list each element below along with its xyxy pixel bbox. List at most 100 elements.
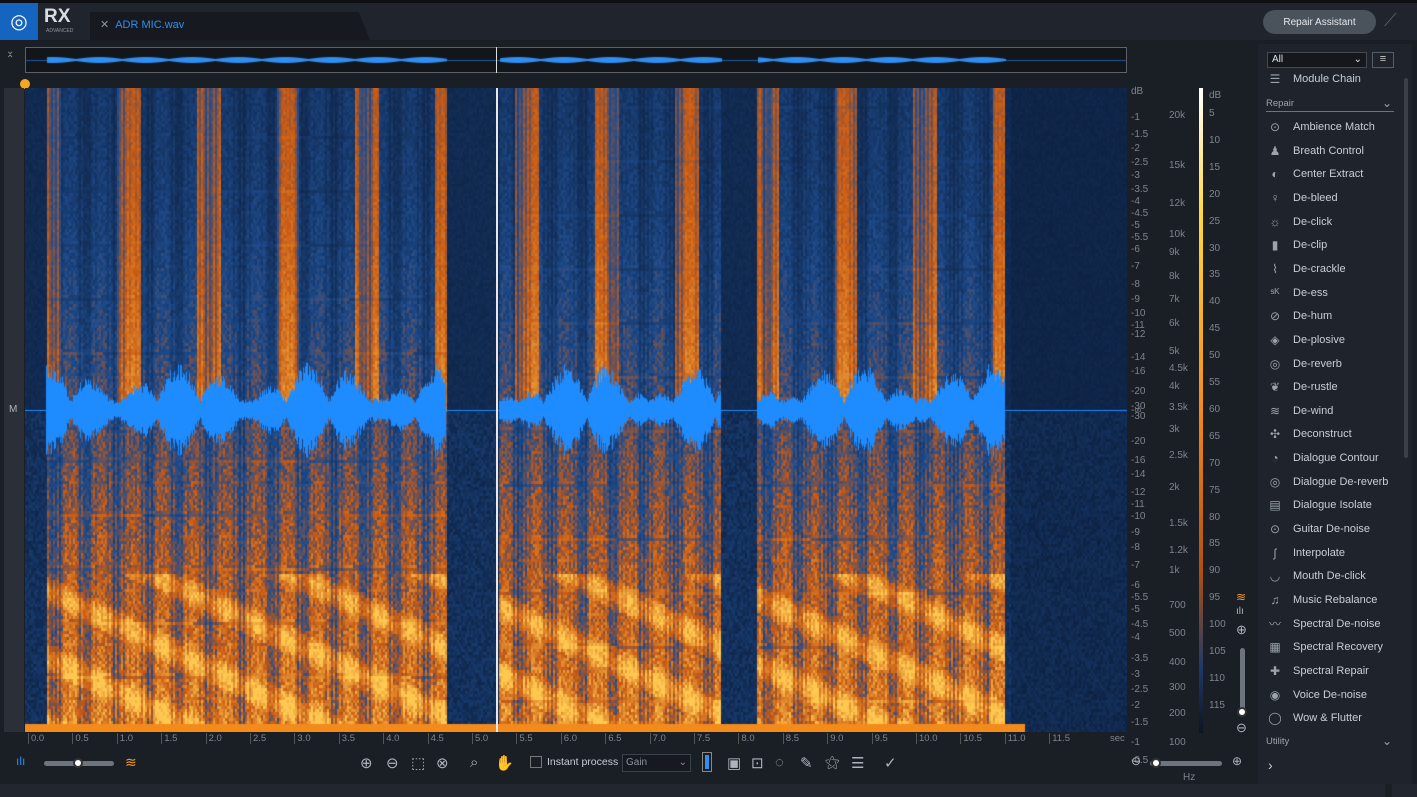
module-item[interactable]: ◔ Dialogue Contour <box>1266 447 1401 469</box>
module-item[interactable]: ✣ Deconstruct <box>1266 423 1401 445</box>
app-logo: RX <box>44 6 71 27</box>
time-tick: 10.5 <box>960 733 982 744</box>
spectrogram-icon: ≋ <box>125 754 137 770</box>
frequency-tick: 4k <box>1169 381 1180 392</box>
frequency-tick: 700 <box>1169 600 1186 611</box>
zoom-out-horizontal-icon[interactable]: ⊖ <box>1131 754 1141 768</box>
waveform-toggle-icon[interactable]: ılı <box>1236 606 1244 617</box>
time-frequency-selection-tool-icon[interactable]: ⊡ <box>751 754 764 772</box>
module-item[interactable]: ◎ Dialogue De-reverb <box>1266 471 1401 493</box>
module-item[interactable]: ⊘ De-hum <box>1266 305 1401 327</box>
module-item[interactable]: ♟ Breath Control <box>1266 140 1401 162</box>
zoom-out-icon[interactable]: ⊖ <box>386 754 399 772</box>
amplitude-tick: -16 <box>1131 366 1146 377</box>
instant-process-checkbox[interactable] <box>530 756 542 768</box>
utility-category-header[interactable]: Utility ⌄ <box>1266 734 1394 749</box>
module-item[interactable]: ⊙ Ambience Match <box>1266 116 1401 138</box>
amplitude-tick: -1 <box>1131 737 1140 748</box>
collapse-overview-icon[interactable]: ⌄ ⌃ <box>6 47 14 65</box>
module-item[interactable]: ⌇ De-crackle <box>1266 258 1401 280</box>
colorbar-tick: 30 <box>1209 242 1221 254</box>
zoom-in-icon[interactable]: ⊕ <box>360 754 373 772</box>
amplitude-tick: -20 <box>1131 386 1146 397</box>
module-item[interactable]: ▦ Spectral Recovery <box>1266 636 1401 658</box>
vertical-zoom-slider[interactable] <box>1240 648 1245 713</box>
waveform-overview[interactable] <box>25 47 1127 73</box>
module-item[interactable]: ✚ Spectral Repair <box>1266 660 1401 682</box>
waveform-icon: ılı <box>16 754 26 768</box>
ambience-icon: ⊙ <box>1269 120 1281 134</box>
module-filter-select[interactable]: All ⌄ <box>1267 52 1367 68</box>
zoom-out-vertical-icon[interactable]: ⊖ <box>1236 720 1247 736</box>
zoom-fit-icon[interactable]: ⊗ <box>436 754 449 772</box>
amplitude-tick: -5 <box>1131 604 1140 615</box>
time-tick: 2.0 <box>205 733 222 744</box>
module-item[interactable]: ◯ Wow & Flutter <box>1266 707 1401 729</box>
hand-tool-icon[interactable]: ✋ <box>495 754 514 772</box>
colorbar-tick: 55 <box>1209 377 1221 388</box>
panel-menu-icon[interactable]: ≡ <box>1372 52 1394 68</box>
magic-wand-tool-icon[interactable]: ⚝ <box>825 754 840 771</box>
module-item[interactable]: ʃ Interpolate <box>1266 542 1401 564</box>
amplitude-tick: -14 <box>1131 352 1146 363</box>
find-similar-icon[interactable]: ✓ <box>884 754 897 772</box>
zoom-tool-icon[interactable]: ⌕ <box>470 754 478 771</box>
file-tab[interactable]: ✕ ADR MIC.wav <box>90 12 370 40</box>
module-chain-button[interactable]: ☰ Module Chain <box>1266 68 1401 90</box>
spectrogram-display[interactable] <box>25 88 1127 732</box>
colorbar-tick: 10 <box>1209 134 1221 146</box>
module-item[interactable]: ◈ De-plosive <box>1266 329 1401 351</box>
repair-assistant-button[interactable]: Repair Assistant <box>1263 10 1376 34</box>
vertical-zoom-knob[interactable] <box>1237 707 1247 717</box>
module-item[interactable]: ◐ Center Extract <box>1266 163 1401 185</box>
module-item[interactable]: 〰 Spectral De-noise <box>1266 613 1401 635</box>
module-item[interactable]: ❦ De-rustle <box>1266 376 1401 398</box>
time-selection-tool-icon[interactable] <box>702 752 712 772</box>
zoom-in-vertical-icon[interactable]: ⊕ <box>1236 622 1247 638</box>
brush-tool-icon[interactable]: ✎ <box>800 754 813 772</box>
module-item[interactable]: ˢᴷ De-ess <box>1266 282 1401 304</box>
amplitude-tick: dB <box>1131 86 1144 97</box>
amplitude-tick: -1 <box>1131 112 1140 123</box>
amplitude-tick: -3 <box>1131 669 1140 680</box>
time-tick: 0.5 <box>72 733 89 744</box>
instant-process-toggle[interactable]: Instant process <box>530 756 618 768</box>
time-tick: 6.5 <box>605 733 621 744</box>
time-tick: 11.5 <box>1049 733 1070 744</box>
module-item[interactable]: ◡ Mouth De-click <box>1266 565 1401 587</box>
frequency-selection-tool-icon[interactable]: ▣ <box>727 754 741 772</box>
zoom-in-horizontal-icon[interactable]: ⊕ <box>1232 754 1242 768</box>
module-item[interactable]: ♫ Music Rebalance <box>1266 589 1401 611</box>
spectrogram-toggle-icon[interactable]: ≋ <box>1236 590 1246 604</box>
time-tick: 10.0 <box>916 733 938 744</box>
vertical-zoom-controls[interactable]: ≋ ılı ⊕ ⊖ <box>1236 590 1250 735</box>
module-item[interactable]: ◎ De-reverb <box>1266 353 1401 375</box>
chevron-right-icon[interactable]: › <box>1268 757 1273 773</box>
module-chain-label: Module Chain <box>1293 73 1361 85</box>
module-item[interactable]: ◉ Voice De-noise <box>1266 684 1401 706</box>
module-item[interactable]: ≋ De-wind <box>1266 400 1401 422</box>
repair-category-header[interactable]: Repair ⌄ <box>1266 96 1394 112</box>
amplitude-tick: -6 <box>1131 244 1140 255</box>
izotope-mark-icon: ⟋ <box>1384 10 1397 30</box>
music-icon: ♫ <box>1270 593 1280 607</box>
module-item[interactable]: ♀ De-bleed <box>1266 187 1401 209</box>
module-item[interactable]: ⊙ Guitar De-noise <box>1266 518 1401 540</box>
horizontal-zoom-knob[interactable] <box>1151 758 1161 768</box>
amplitude-tick: -4 <box>1131 632 1140 643</box>
module-item[interactable]: ▮ De-clip <box>1266 234 1401 256</box>
panel-scrollbar[interactable] <box>1404 78 1408 458</box>
module-item[interactable]: ▤ Dialogue Isolate <box>1266 494 1401 516</box>
file-tab-label: ADR MIC.wav <box>115 19 185 31</box>
module-item[interactable]: ☼ De-click <box>1266 211 1401 233</box>
module-label: Deconstruct <box>1293 428 1352 441</box>
amplitude-tick: -11 <box>1131 499 1145 510</box>
blend-slider-knob[interactable] <box>73 758 83 768</box>
zoom-selection-icon[interactable]: ⬚ <box>411 754 425 772</box>
rustle-icon: ❦ <box>1269 380 1281 395</box>
harmonic-selection-icon[interactable]: ☰ <box>851 754 864 772</box>
instant-process-mode-select[interactable]: Gain ⌄ <box>622 754 691 772</box>
close-icon[interactable]: ✕ <box>100 19 109 31</box>
lasso-tool-icon[interactable]: ◌ <box>775 754 784 771</box>
playback-cursor[interactable] <box>496 88 498 732</box>
